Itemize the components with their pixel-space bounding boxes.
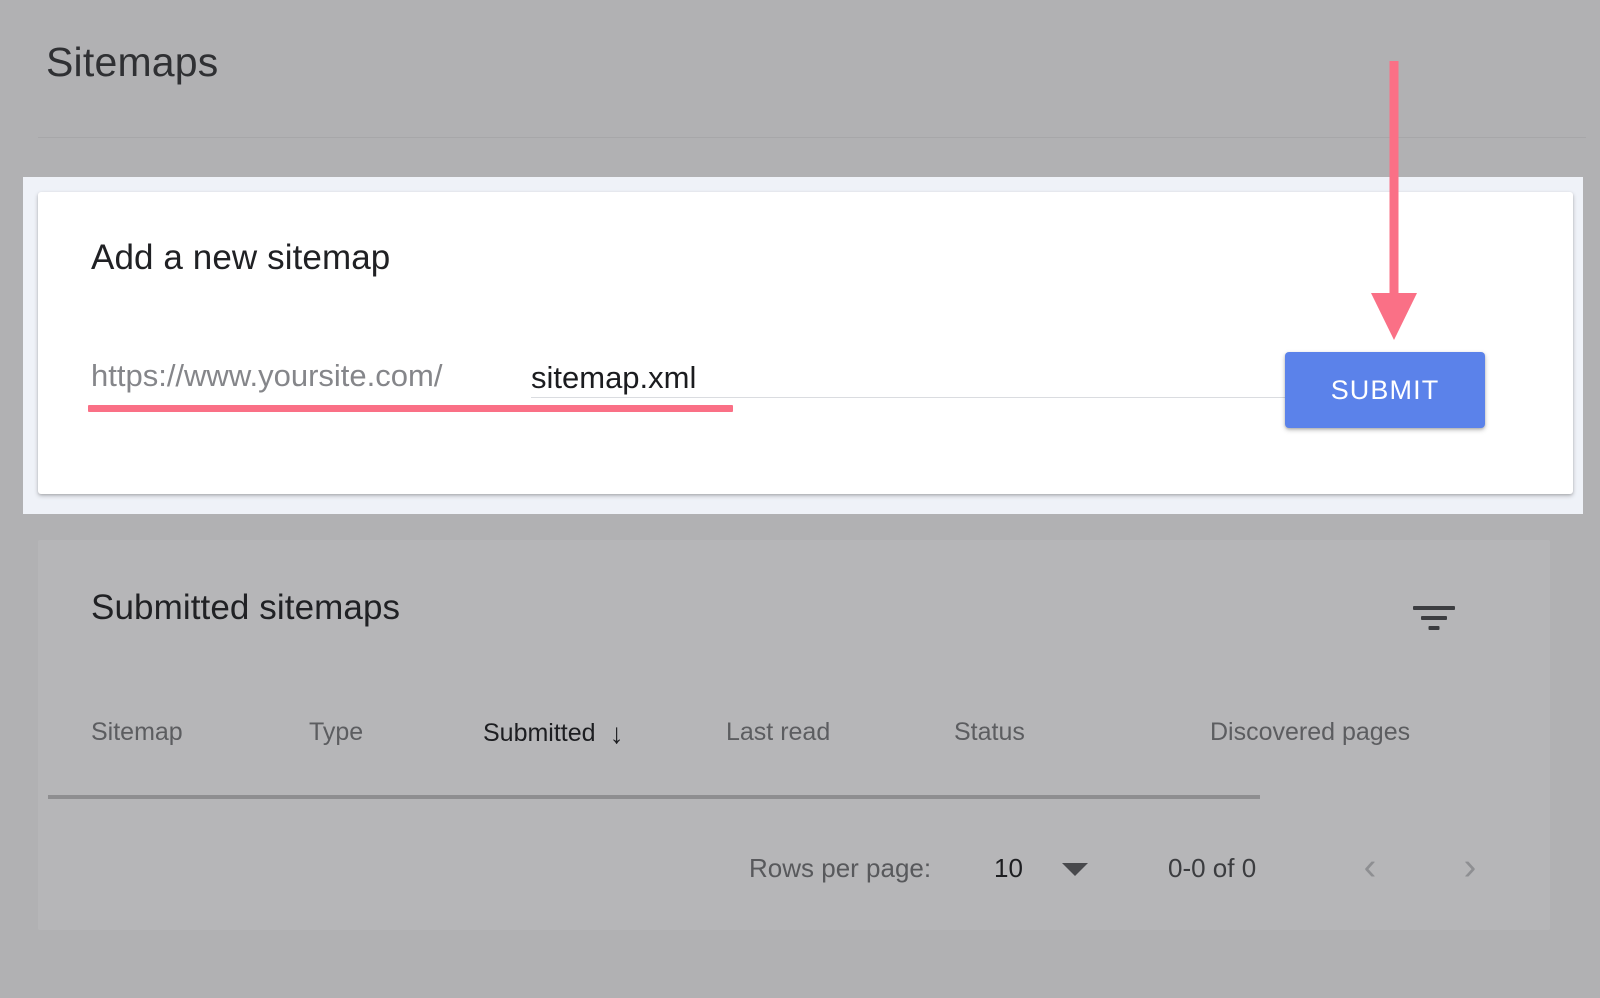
filter-bar-top [1413,606,1455,610]
header-divider [38,137,1586,138]
sitemap-url-prefix: https://www.yoursite.com/ [91,360,442,391]
column-header-sitemap[interactable]: Sitemap [91,720,183,745]
rows-per-page-value[interactable]: 10 [994,855,1023,881]
column-header-type[interactable]: Type [309,720,363,745]
add-sitemap-card: Add a new sitemap https://www.yoursite.c… [38,192,1573,494]
column-header-submitted[interactable]: Submitted ↓ [483,720,624,748]
filter-bar-middle [1421,616,1447,620]
sitemap-url-underline [531,397,1303,398]
table-divider [48,795,1260,799]
page-title: Sitemaps [46,42,219,83]
arrow-downward-icon: ↓ [610,720,624,748]
submitted-sitemaps-panel: Submitted sitemaps Sitemap Type Submitte… [38,540,1550,930]
underline-annotation [88,405,733,412]
chevron-down-icon[interactable] [1062,863,1088,876]
filter-list-icon[interactable] [1400,582,1468,650]
sitemaps-table-header: Sitemap Type Submitted ↓ Last read Status… [38,720,1550,790]
filter-bar-bottom [1429,626,1440,630]
column-header-discovered-pages[interactable]: Discovered pages [1210,720,1410,745]
submitted-sitemaps-title: Submitted sitemaps [91,590,400,625]
chevron-right-icon[interactable]: › [1448,845,1492,889]
submit-button[interactable]: SUBMIT [1285,352,1485,428]
chevron-left-icon[interactable]: ‹ [1348,845,1392,889]
sitemap-url-input[interactable] [531,360,1303,396]
page-root: Sitemaps Add a new sitemap https://www.y… [0,0,1600,998]
column-header-status[interactable]: Status [954,720,1025,745]
column-header-submitted-label: Submitted [483,719,596,747]
column-header-last-read[interactable]: Last read [726,720,830,745]
rows-per-page-label: Rows per page: [749,855,931,881]
pagination-range-label: 0-0 of 0 [1168,855,1256,881]
pagination-bar: Rows per page: 10 0-0 of 0 ‹ › [38,855,1550,911]
add-sitemap-title: Add a new sitemap [91,240,390,275]
